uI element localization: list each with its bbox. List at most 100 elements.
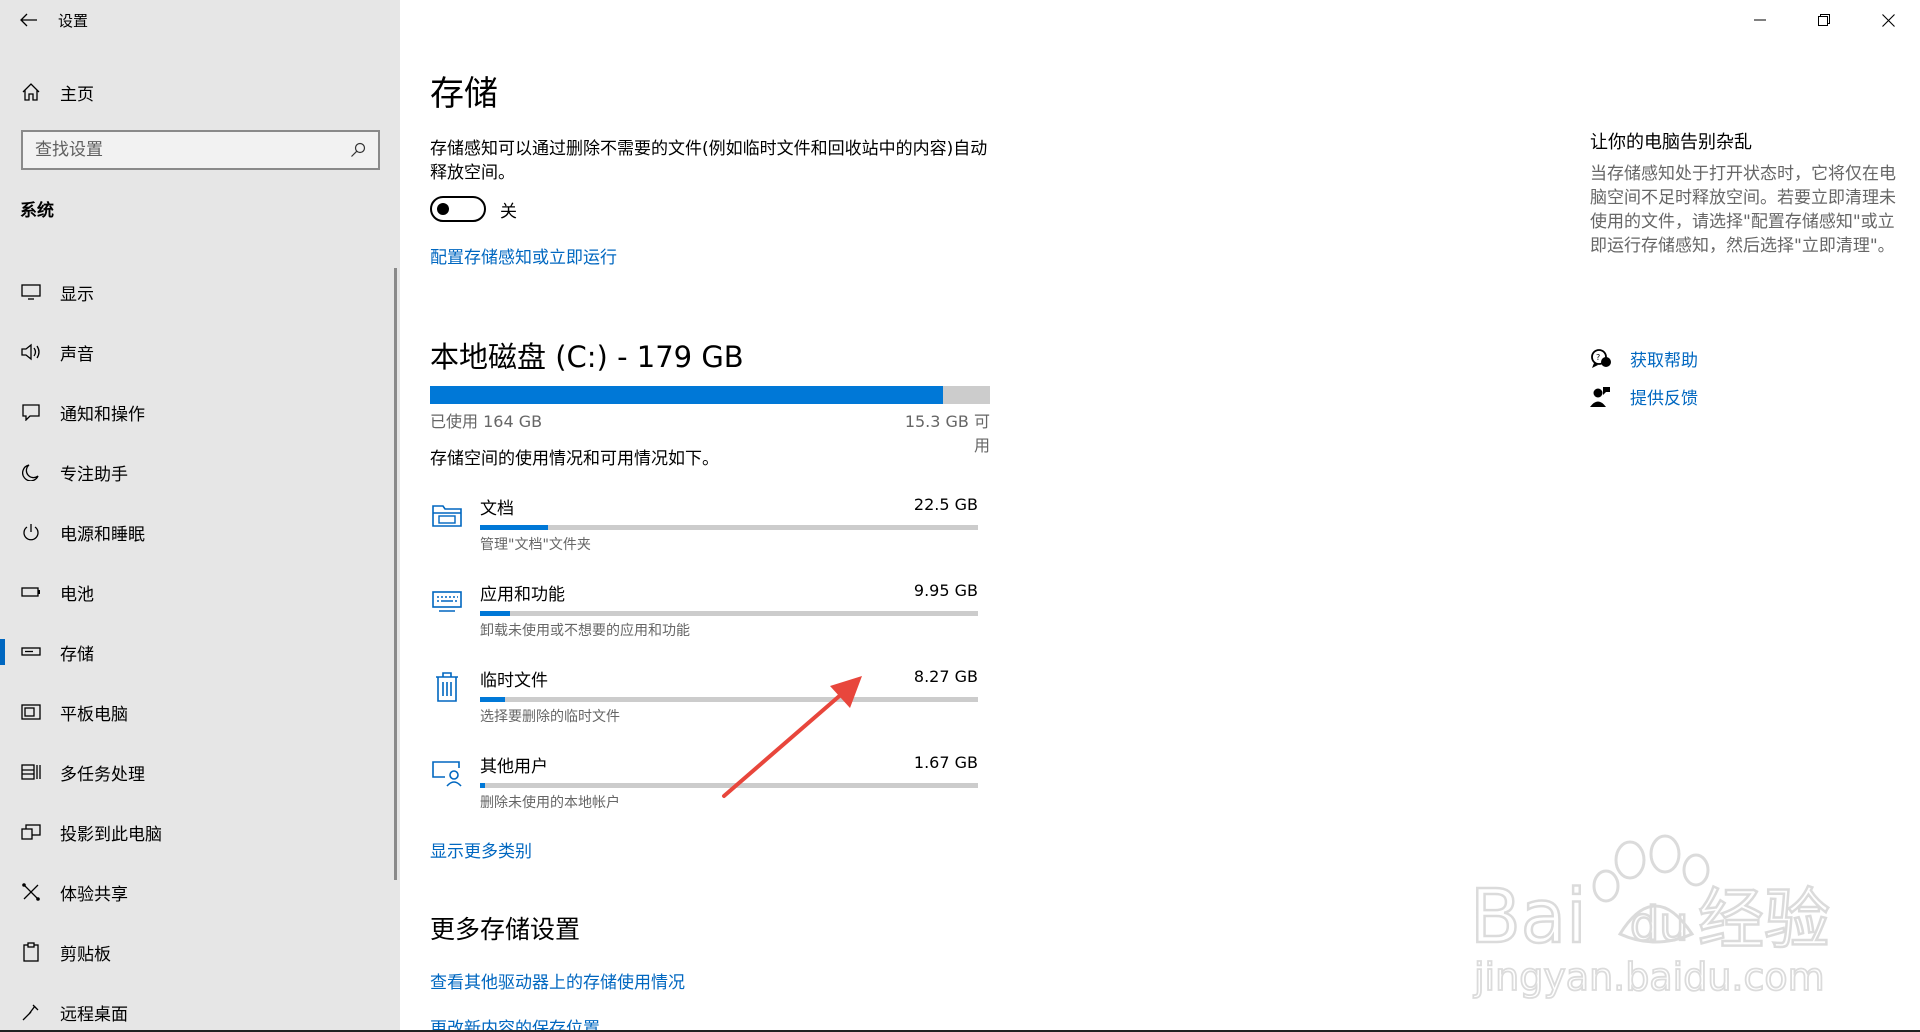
- section-label-system: 系统: [20, 201, 54, 221]
- more-storage-settings-title: 更多存储设置: [430, 915, 581, 944]
- home-icon: [0, 82, 60, 102]
- category-apps[interactable]: 应用和功能 9.95 GB 卸载未使用或不想要的应用和功能: [430, 576, 990, 662]
- back-button[interactable]: [0, 0, 58, 40]
- category-bar-fill: [480, 697, 505, 702]
- power-icon: [0, 523, 60, 541]
- sidebar-nav: 显示 声音 通知和操作 专注助手 电源和睡眠 电池 存储 平板电脑 多任务处理 …: [0, 262, 392, 1032]
- category-list: 文档 22.5 GB 管理"文档"文件夹 应用和功能 9.95 GB 卸载未使用…: [430, 490, 990, 834]
- sidebar-item-battery[interactable]: 电池: [0, 562, 392, 622]
- window-title: 设置: [58, 11, 89, 30]
- clipboard-icon: [0, 942, 60, 962]
- category-size: 9.95 GB: [913, 581, 978, 600]
- sidebar-item-display[interactable]: 显示: [0, 262, 392, 322]
- project-icon: [0, 823, 60, 841]
- sidebar-item-remote-desktop[interactable]: 远程桌面: [0, 982, 392, 1032]
- main-content: 存储 存储感知可以通过删除不需要的文件(例如临时文件和回收站中的内容)自动释放空…: [430, 0, 1550, 1032]
- category-size: 1.67 GB: [913, 753, 978, 772]
- disk-usage-bar: [430, 386, 990, 404]
- usage-description: 存储空间的使用情况和可用情况如下。: [430, 449, 719, 469]
- get-help-row[interactable]: ? 获取帮助: [1590, 346, 1698, 371]
- storage-icon: [0, 647, 60, 657]
- feedback-link[interactable]: 提供反馈: [1630, 384, 1698, 409]
- battery-icon: [0, 587, 60, 597]
- category-size: 22.5 GB: [913, 495, 978, 514]
- category-bar-fill: [480, 611, 511, 616]
- view-other-drives-link[interactable]: 查看其他驱动器上的存储使用情况: [430, 968, 685, 993]
- storage-sense-description: 存储感知可以通过删除不需要的文件(例如临时文件和回收站中的内容)自动释放空间。: [430, 139, 988, 183]
- disk-free-label: 15.3 GB 可用: [904, 412, 990, 455]
- monitor-icon: [0, 283, 60, 301]
- sidebar-item-multitasking[interactable]: 多任务处理: [0, 742, 392, 802]
- page-title: 存储: [430, 74, 498, 114]
- user-monitor-icon: [430, 756, 464, 790]
- moon-icon: [0, 463, 60, 481]
- multitask-icon: [0, 763, 60, 781]
- category-bar-fill: [480, 783, 485, 788]
- speaker-icon: [0, 343, 60, 361]
- toggle-state-label: 关: [500, 201, 517, 222]
- category-bar-fill: [480, 525, 549, 530]
- sidebar-item-home[interactable]: 主页: [0, 72, 400, 112]
- sidebar-item-focus-assist[interactable]: 专注助手: [0, 442, 392, 502]
- settings-window: 设置 主页 系统 显示: [0, 0, 1920, 1032]
- show-more-categories-link[interactable]: 显示更多类别: [430, 837, 532, 862]
- sidebar-scrollbar[interactable]: [394, 268, 397, 880]
- keyboard-icon: [430, 584, 464, 618]
- category-subtitle: 选择要删除的临时文件: [480, 709, 620, 725]
- sidebar-item-storage[interactable]: 存储: [0, 622, 392, 682]
- search-icon: [351, 142, 366, 157]
- right-panel-description: 当存储感知处于打开状态时，它将仅在电脑空间不足时释放空间。若要立即清理未使用的文…: [1590, 164, 1896, 256]
- category-name: 其他用户: [480, 757, 548, 777]
- sidebar: 设置 主页 系统 显示: [0, 0, 400, 1032]
- baidu-watermark: Bai du 经验 jingyan.baidu.com: [1470, 834, 1830, 1000]
- disk-used-label: 已使用 164 GB: [430, 412, 543, 431]
- category-name: 应用和功能: [480, 585, 565, 605]
- category-temp-files[interactable]: 临时文件 8.27 GB 选择要删除的临时文件: [430, 662, 990, 748]
- storage-sense-toggle-row: 关: [430, 196, 517, 222]
- get-help-link[interactable]: 获取帮助: [1630, 346, 1698, 371]
- watermark-url: jingyan.baidu.com: [1473, 955, 1825, 999]
- search-box[interactable]: [21, 130, 380, 170]
- storage-sense-toggle[interactable]: [430, 196, 486, 222]
- category-subtitle: 卸载未使用或不想要的应用和功能: [480, 623, 690, 639]
- folder-icon: [430, 498, 464, 532]
- category-subtitle: 删除未使用的本地帐户: [480, 795, 620, 811]
- category-name: 临时文件: [480, 671, 548, 691]
- disk-title: 本地磁盘 (C:) - 179 GB: [430, 340, 744, 374]
- category-bar: [480, 611, 978, 616]
- share-icon: [0, 882, 60, 902]
- category-bar: [480, 525, 978, 530]
- category-other-users[interactable]: 其他用户 1.67 GB 删除未使用的本地帐户: [430, 748, 990, 834]
- help-chat-icon: ?: [1590, 348, 1630, 370]
- toggle-knob: [437, 203, 449, 215]
- titlebar: 设置: [0, 0, 400, 40]
- sidebar-item-clipboard[interactable]: 剪贴板: [0, 922, 392, 982]
- notification-icon: [0, 403, 60, 421]
- feedback-person-icon: [1590, 386, 1630, 408]
- svg-text:?: ?: [1596, 353, 1600, 362]
- sidebar-item-sound[interactable]: 声音: [0, 322, 392, 382]
- sidebar-item-project-to-pc[interactable]: 投影到此电脑: [0, 802, 392, 862]
- feedback-row[interactable]: 提供反馈: [1590, 384, 1698, 409]
- trash-icon: [430, 670, 464, 704]
- watermark-brand: Bai: [1470, 874, 1587, 960]
- remote-icon: [0, 1002, 60, 1022]
- watermark-brand-du: du: [1630, 897, 1688, 951]
- back-arrow-icon: [20, 13, 37, 27]
- configure-storage-sense-link[interactable]: 配置存储感知或立即运行: [430, 243, 617, 268]
- sidebar-item-shared-experiences[interactable]: 体验共享: [0, 862, 392, 922]
- category-documents[interactable]: 文档 22.5 GB 管理"文档"文件夹: [430, 490, 990, 576]
- disk-usage-fill: [430, 386, 943, 404]
- category-name: 文档: [480, 499, 514, 519]
- sidebar-item-notifications[interactable]: 通知和操作: [0, 382, 392, 442]
- sidebar-item-power-sleep[interactable]: 电源和睡眠: [0, 502, 392, 562]
- search-input[interactable]: [35, 140, 335, 160]
- category-size: 8.27 GB: [913, 667, 978, 686]
- right-panel-title: 让你的电脑告别杂乱: [1590, 132, 1752, 153]
- annotation-arrow: [722, 676, 862, 798]
- category-subtitle: 管理"文档"文件夹: [480, 537, 591, 553]
- watermark-brand-cn: 经验: [1698, 881, 1830, 958]
- tablet-icon: [0, 703, 60, 721]
- home-label: 主页: [60, 84, 94, 105]
- sidebar-item-tablet[interactable]: 平板电脑: [0, 682, 392, 742]
